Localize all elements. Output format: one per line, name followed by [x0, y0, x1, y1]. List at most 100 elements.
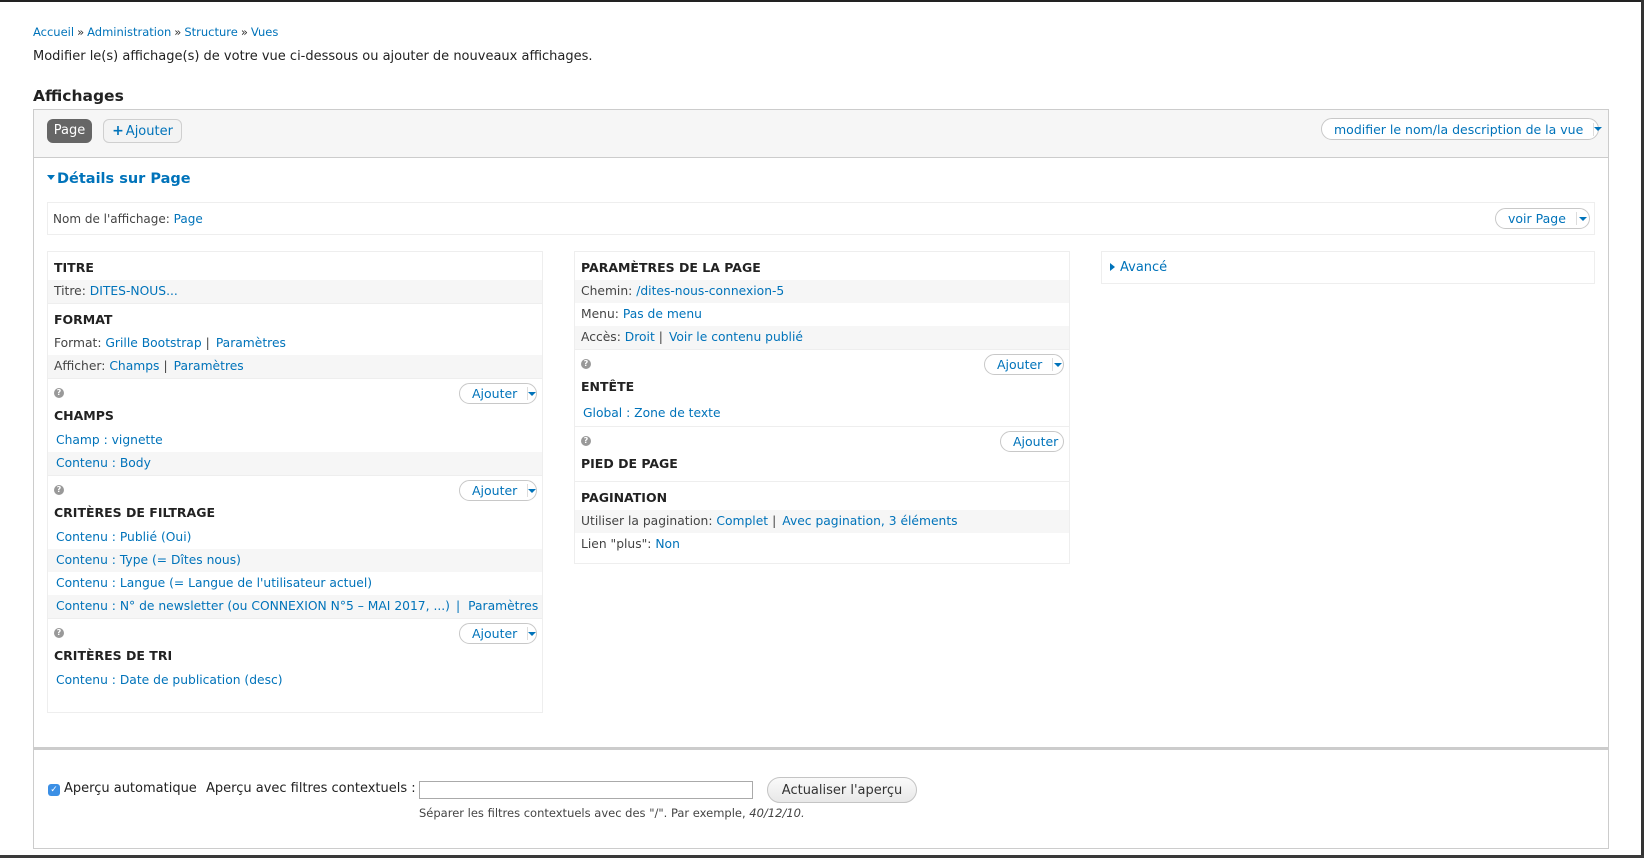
sort-actions: ? Ajouter — [48, 618, 542, 645]
filter-link[interactable]: Contenu : N° de newsletter (ou CONNEXION… — [56, 599, 450, 613]
path-label: Chemin: — [581, 284, 633, 298]
display-name-link[interactable]: Page — [174, 212, 203, 226]
section-title-pager: PAGINATION — [575, 481, 1069, 510]
breadcrumb-administration[interactable]: Administration — [87, 25, 171, 39]
menu-link[interactable]: Pas de menu — [623, 307, 702, 321]
dropdown-toggle[interactable] — [527, 484, 537, 497]
tab-page[interactable]: Page — [47, 119, 92, 143]
add-filters-dropbutton[interactable]: Ajouter — [459, 480, 537, 501]
filter-link[interactable]: Contenu : Langue (= Langue de l'utilisat… — [56, 576, 372, 590]
field-link[interactable]: Contenu : Body — [56, 456, 151, 470]
section-title-header: ENTÊTE — [581, 379, 635, 394]
more-link-row: Lien "plus": Non — [575, 533, 1069, 556]
show-link[interactable]: Champs — [109, 359, 159, 373]
help-text: Séparer les filtres contextuels avec des… — [419, 806, 746, 820]
edit-view-name-button[interactable]: modifier le nom/la description de la vue — [1322, 122, 1593, 137]
path-row: Chemin: /dites-nous-connexion-5 — [575, 280, 1069, 303]
intro-text: Modifier le(s) affichage(s) de votre vue… — [33, 49, 593, 64]
help-example: 40/12/10. — [749, 806, 805, 820]
dropdown-toggle[interactable] — [1593, 122, 1603, 136]
details-toggle[interactable]: Détails sur Page — [47, 171, 191, 187]
breadcrumb-separator: » — [77, 25, 85, 39]
access-row: Accès: Droit | Voir le contenu publié — [575, 326, 1069, 349]
field-link[interactable]: Champ : vignette — [56, 433, 163, 447]
title-link[interactable]: DITES-NOUS... — [90, 284, 178, 298]
section-title-sort: CRITÈRES DE TRI — [54, 648, 173, 663]
view-page-button[interactable]: voir Page — [1496, 211, 1576, 226]
breadcrumb-structure[interactable]: Structure — [184, 25, 238, 39]
add-header-dropbutton[interactable]: Ajouter — [984, 354, 1064, 375]
add-filters-button[interactable]: Ajouter — [460, 483, 527, 498]
help-icon[interactable]: ? — [581, 359, 591, 369]
advanced-toggle[interactable]: Avancé — [1110, 260, 1167, 275]
menu-row: Menu: Pas de menu — [575, 303, 1069, 326]
header-link[interactable]: Global : Zone de texte — [583, 406, 721, 420]
access-settings-link[interactable]: Voir le contenu publié — [669, 330, 803, 344]
advanced-toggle-label: Avancé — [1120, 260, 1168, 275]
more-link-value[interactable]: Non — [655, 537, 680, 551]
dropdown-toggle[interactable] — [527, 627, 537, 640]
format-link[interactable]: Grille Bootstrap — [105, 336, 201, 350]
chevron-down-icon — [1054, 362, 1063, 367]
breadcrumb-separator: » — [174, 25, 182, 39]
dropdown-toggle[interactable] — [1052, 358, 1063, 371]
show-settings-link[interactable]: Paramètres — [174, 359, 244, 373]
add-footer-button[interactable]: Ajouter — [1001, 434, 1068, 449]
section-title-page-settings: PARAMÈTRES DE LA PAGE — [581, 260, 761, 275]
more-link-label: Lien "plus": — [581, 537, 652, 551]
advanced-box: Avancé — [1101, 251, 1595, 284]
displays-panel: Page + Ajouter modifier le nom/la descrip… — [33, 109, 1609, 749]
display-name-label: Nom de l'affichage: — [53, 212, 170, 226]
add-display-button[interactable]: + Ajouter — [103, 119, 182, 143]
header-item: Global : Zone de texte — [575, 400, 1069, 426]
add-sort-button[interactable]: Ajouter — [460, 626, 527, 641]
view-page-dropbutton[interactable]: voir Page — [1495, 208, 1590, 229]
breadcrumb: Accueil» Administration» Structure» Vues — [33, 25, 278, 39]
page-title: Affichages — [33, 87, 124, 105]
help-icon[interactable]: ? — [54, 388, 64, 398]
add-fields-dropbutton[interactable]: Ajouter — [459, 383, 537, 404]
pager-link[interactable]: Complet — [716, 514, 768, 528]
separator: | — [658, 330, 663, 344]
triangle-down-icon — [47, 175, 55, 180]
breadcrumb-separator: » — [240, 25, 248, 39]
sort-item: Contenu : Date de publication (desc) — [48, 669, 542, 692]
filter-link[interactable]: Contenu : Type (= Dîtes nous) — [56, 553, 241, 567]
dropdown-toggle[interactable] — [527, 387, 537, 400]
edit-view-dropbutton[interactable]: modifier le nom/la description de la vue — [1321, 118, 1603, 140]
contextual-filters-input[interactable] — [419, 781, 753, 799]
access-link[interactable]: Droit — [625, 330, 655, 344]
add-footer-button-wrap[interactable]: Ajouter — [1000, 431, 1064, 452]
help-icon[interactable]: ? — [54, 628, 64, 638]
auto-preview-label[interactable]: Aperçu automatique — [64, 781, 197, 796]
help-icon[interactable]: ? — [581, 436, 591, 446]
preview-controls: ✓ Aperçu automatique Aperçu avec filtres… — [33, 750, 1609, 849]
format-settings-link[interactable]: Paramètres — [216, 336, 286, 350]
add-sort-dropbutton[interactable]: Ajouter — [459, 623, 537, 644]
chevron-down-icon — [1594, 127, 1603, 131]
breadcrumb-vues[interactable]: Vues — [251, 25, 278, 39]
filter-item: Contenu : Type (= Dîtes nous) — [48, 549, 542, 572]
refresh-preview-button[interactable]: Actualiser l'aperçu — [767, 777, 917, 803]
contextual-filters-help: Séparer les filtres contextuels avec des… — [419, 806, 805, 820]
field-item: Champ : vignette — [48, 429, 542, 452]
breadcrumb-accueil[interactable]: Accueil — [33, 25, 74, 39]
auto-preview-checkbox[interactable]: ✓ — [48, 784, 60, 796]
sort-link[interactable]: Contenu : Date de publication (desc) — [56, 673, 283, 687]
dropdown-toggle[interactable] — [1575, 212, 1589, 225]
format-row: Format: Grille Bootstrap | Paramètres — [48, 332, 542, 355]
filter-settings-link[interactable]: Paramètres — [468, 599, 538, 613]
add-header-button[interactable]: Ajouter — [985, 357, 1052, 372]
help-icon[interactable]: ? — [54, 485, 64, 495]
filter-link[interactable]: Contenu : Publié (Oui) — [56, 530, 191, 544]
chevron-down-icon — [528, 488, 537, 493]
header-actions: ? Ajouter — [575, 349, 1069, 376]
contextual-filters-label: Aperçu avec filtres contextuels : — [206, 781, 416, 796]
title-label: Titre: — [54, 284, 86, 298]
filters-actions: ? Ajouter — [48, 475, 542, 502]
pager-settings-link[interactable]: Avec pagination, 3 éléments — [782, 514, 957, 528]
separator: | — [163, 359, 168, 373]
section-title-titre: TITRE — [54, 260, 94, 275]
add-fields-button[interactable]: Ajouter — [460, 386, 527, 401]
path-link[interactable]: /dites-nous-connexion-5 — [636, 284, 784, 298]
